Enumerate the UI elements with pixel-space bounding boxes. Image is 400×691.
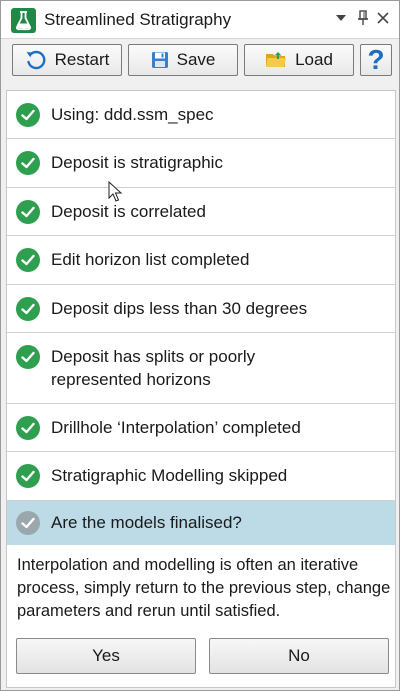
check-circle-icon — [16, 151, 40, 175]
step-item: Drillhole ‘Interpolation’ completed — [7, 404, 395, 452]
step-label: Are the models finalised? — [51, 513, 242, 532]
step-label: Edit horizon list completed — [51, 250, 250, 269]
step-description: Interpolation and modelling is often an … — [17, 556, 391, 620]
step-item: Stratigraphic Modelling skipped — [7, 452, 395, 501]
workflow-steps-list: Using: ddd.ssm_spec Deposit is stratigra… — [6, 90, 396, 688]
check-circle-icon — [16, 464, 40, 488]
no-button[interactable]: No — [209, 638, 389, 674]
check-circle-icon — [16, 103, 40, 127]
step-item: Using: ddd.ssm_spec — [7, 91, 395, 139]
check-circle-icon — [16, 416, 40, 440]
toolbar: Restart Save Load ? — [1, 39, 399, 84]
check-circle-icon — [16, 297, 40, 321]
folder-icon — [266, 52, 287, 67]
streamlined-stratigraphy-panel: Streamlined Stratigraphy Restart Save Lo… — [0, 0, 400, 691]
dropdown-arrow-icon[interactable] — [331, 6, 351, 30]
check-circle-icon — [16, 248, 40, 272]
step-label: Deposit dips less than 30 degrees — [51, 299, 308, 318]
floppy-disk-icon — [151, 52, 168, 68]
step-item: Edit horizon list completed — [7, 236, 395, 285]
step-item: Deposit dips less than 30 degrees — [7, 285, 395, 333]
check-circle-icon — [16, 345, 40, 369]
step-label: Using: ddd.ssm_spec — [51, 105, 214, 124]
flask-icon — [11, 8, 36, 33]
save-label: Save — [176, 50, 216, 69]
load-label: Load — [295, 50, 333, 69]
check-circle-icon — [16, 511, 40, 535]
current-step-item: Are the models finalised? — [7, 501, 395, 545]
close-icon[interactable] — [373, 6, 393, 30]
step-label: Deposit has splits or poorly represented… — [51, 347, 256, 389]
mouse-cursor-icon — [108, 180, 123, 208]
step-item: Deposit has splits or poorly represented… — [7, 333, 395, 404]
step-label: Stratigraphic Modelling skipped — [51, 466, 288, 485]
restart-label: Restart — [54, 50, 110, 69]
yes-button[interactable]: Yes — [16, 638, 196, 674]
step-label: Deposit is stratigraphic — [51, 153, 223, 172]
yes-label: Yes — [92, 646, 120, 665]
title-bar: Streamlined Stratigraphy — [1, 1, 399, 39]
restart-icon — [26, 50, 46, 70]
window-title: Streamlined Stratigraphy — [44, 10, 232, 29]
load-button[interactable]: Load — [244, 44, 354, 76]
step-item: Deposit is correlated — [7, 188, 395, 236]
step-item: Deposit is stratigraphic — [7, 139, 395, 188]
save-button[interactable]: Save — [128, 44, 238, 76]
check-circle-icon — [16, 200, 40, 224]
step-label: Deposit is correlated — [51, 202, 206, 221]
question-mark-icon: ? — [367, 44, 385, 75]
pin-icon[interactable] — [353, 6, 373, 30]
no-label: No — [288, 646, 310, 665]
restart-button[interactable]: Restart — [12, 44, 122, 76]
help-button[interactable]: ? — [360, 44, 392, 76]
step-label: Drillhole ‘Interpolation’ completed — [51, 418, 301, 437]
